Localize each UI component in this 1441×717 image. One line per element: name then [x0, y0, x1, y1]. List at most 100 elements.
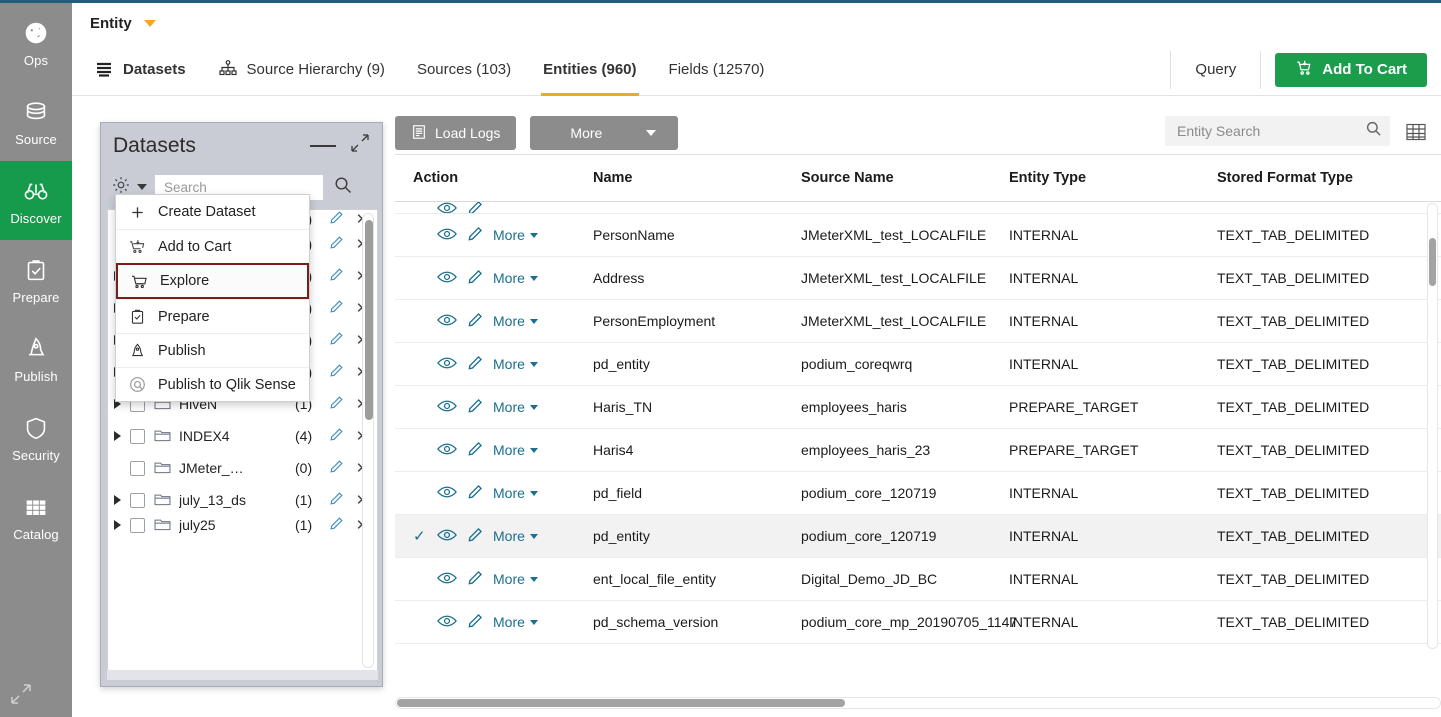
menu-item-publish-to-qlik-sense[interactable]: Publish to Qlik Sense	[116, 367, 309, 401]
expand-toggle[interactable]	[114, 495, 130, 505]
view-icon[interactable]	[437, 227, 457, 244]
scrollbar-thumb[interactable]	[365, 220, 373, 420]
edit-icon[interactable]	[329, 427, 351, 445]
sidebar-item-prepare[interactable]: Prepare	[0, 240, 72, 319]
edit-icon[interactable]	[329, 459, 351, 477]
row-more-menu[interactable]: More	[493, 485, 538, 501]
row-more-menu[interactable]: More	[493, 313, 538, 329]
edit-icon[interactable]	[329, 491, 351, 509]
view-icon[interactable]	[437, 528, 457, 545]
view-icon[interactable]	[437, 356, 457, 373]
edit-icon[interactable]	[329, 299, 351, 317]
expand-diagonal-icon[interactable]	[350, 133, 370, 159]
table-row[interactable]: ✓ More pd_entity podium_core_120719 INTERNAL…	[395, 515, 1441, 558]
scrollbar-thumb[interactable]	[1429, 238, 1436, 286]
edit-icon[interactable]	[467, 484, 483, 503]
entity-search-box[interactable]	[1165, 116, 1390, 146]
datasets-horizontal-scrollbar[interactable]	[107, 670, 378, 680]
edit-icon[interactable]	[329, 235, 351, 253]
search-icon[interactable]	[333, 175, 353, 200]
dataset-tree-row[interactable]: INDEX4(4)✕	[108, 420, 377, 452]
table-horizontal-scrollbar[interactable]	[395, 697, 1441, 709]
entity-search-input[interactable]	[1177, 123, 1365, 139]
table-row[interactable]: More PersonEmployment JMeterXML_test_LOCAL…	[395, 300, 1441, 343]
view-icon[interactable]	[437, 442, 457, 459]
add-to-cart-button[interactable]: Add To Cart	[1275, 52, 1427, 87]
expand-toggle[interactable]	[114, 431, 130, 441]
expand-toggle[interactable]	[114, 520, 130, 530]
tab-fields[interactable]: Fields (12570)	[653, 43, 781, 96]
tab-entities[interactable]: Entities (960)	[527, 43, 652, 96]
column-header-action[interactable]: Action	[413, 170, 593, 186]
menu-item-explore[interactable]: Explore	[116, 263, 309, 299]
view-icon[interactable]	[437, 270, 457, 287]
sidebar-item-source[interactable]: Source	[0, 82, 72, 161]
edit-icon[interactable]	[467, 441, 483, 460]
expand-arrows-icon[interactable]	[8, 681, 34, 707]
row-more-menu[interactable]: More	[493, 442, 538, 458]
search-icon[interactable]	[1365, 120, 1382, 142]
sidebar-item-discover[interactable]: Discover	[0, 161, 72, 240]
edit-icon[interactable]	[329, 210, 351, 228]
edit-icon[interactable]	[329, 516, 351, 534]
table-row[interactable]	[395, 202, 1441, 214]
more-dropdown-button[interactable]: More	[530, 116, 679, 150]
table-row[interactable]: More Haris_TN employees_haris PREPARE_TARGE…	[395, 386, 1441, 429]
table-row[interactable]: More Address JMeterXML_test_LOCALFILE INTER…	[395, 257, 1441, 300]
chevron-down-icon[interactable]	[143, 19, 156, 27]
edit-icon[interactable]	[329, 363, 351, 381]
row-more-menu[interactable]: More	[493, 571, 538, 587]
menu-item-prepare[interactable]: Prepare	[116, 299, 309, 333]
sidebar-item-publish[interactable]: Publish	[0, 319, 72, 398]
dataset-checkbox[interactable]	[130, 517, 145, 533]
edit-icon[interactable]	[467, 398, 483, 417]
edit-icon[interactable]	[467, 570, 483, 589]
view-icon[interactable]	[437, 571, 457, 588]
dataset-tree-row[interactable]: JMeter_…(0)✕	[108, 452, 377, 484]
menu-item-publish[interactable]: Publish	[116, 333, 309, 367]
tab-sources[interactable]: Sources (103)	[401, 43, 527, 96]
view-icon[interactable]	[437, 313, 457, 330]
table-row[interactable]: More pd_schema_version podium_core_mp_2019…	[395, 601, 1441, 644]
row-more-menu[interactable]: More	[493, 356, 538, 372]
view-icon[interactable]	[437, 399, 457, 416]
dataset-checkbox[interactable]	[130, 428, 145, 444]
datasets-search-input[interactable]	[164, 179, 314, 195]
edit-icon[interactable]	[467, 355, 483, 374]
dataset-tree-row[interactable]: july25(1)✕	[108, 516, 377, 534]
row-more-menu[interactable]: More	[493, 614, 538, 630]
table-row[interactable]: More Haris4 employees_haris_23 PREPARE_TARG…	[395, 429, 1441, 472]
sidebar-item-security[interactable]: Security	[0, 398, 72, 477]
edit-icon[interactable]	[329, 331, 351, 349]
query-button[interactable]: Query	[1171, 61, 1260, 78]
table-grid-icon[interactable]	[1405, 121, 1427, 148]
menu-item-create-dataset[interactable]: Create Dataset	[116, 195, 309, 229]
dataset-checkbox[interactable]	[130, 492, 145, 508]
datasets-vertical-scrollbar[interactable]	[362, 213, 374, 668]
table-row[interactable]: More PersonName JMeterXML_test_LOCALFILE IN…	[395, 214, 1441, 257]
table-row[interactable]: More ent_local_file_entity Digital_Demo_JD…	[395, 558, 1441, 601]
edit-icon[interactable]	[467, 226, 483, 245]
sidebar-item-ops[interactable]: Ops	[0, 3, 72, 82]
column-header-entity-type[interactable]: Entity Type	[1009, 170, 1217, 186]
scrollbar-thumb[interactable]	[397, 699, 845, 707]
menu-item-add-to-cart[interactable]: Add to Cart	[116, 229, 309, 263]
edit-icon[interactable]	[467, 613, 483, 632]
edit-icon[interactable]	[467, 312, 483, 331]
sidebar-item-catalog[interactable]: Catalog	[0, 477, 72, 556]
row-more-menu[interactable]: More	[493, 528, 538, 544]
row-more-menu[interactable]: More	[493, 399, 538, 415]
table-vertical-scrollbar[interactable]	[1427, 203, 1438, 649]
row-more-menu[interactable]: More	[493, 227, 538, 243]
tab-source-hierarchy[interactable]: Source Hierarchy (9)	[202, 43, 401, 96]
load-logs-button[interactable]: Load Logs	[395, 116, 517, 150]
tab-datasets[interactable]: Datasets	[72, 43, 202, 96]
minimize-icon[interactable]	[310, 145, 336, 147]
row-more-menu[interactable]: More	[493, 270, 538, 286]
column-header-source-name[interactable]: Source Name	[801, 170, 1009, 186]
edit-icon[interactable]	[467, 269, 483, 288]
view-icon[interactable]	[437, 614, 457, 631]
dataset-checkbox[interactable]	[130, 460, 145, 476]
column-header-stored-format-type[interactable]: Stored Format Type	[1217, 170, 1425, 186]
table-row[interactable]: More pd_field podium_core_120719 INTERNAL TE…	[395, 472, 1441, 515]
